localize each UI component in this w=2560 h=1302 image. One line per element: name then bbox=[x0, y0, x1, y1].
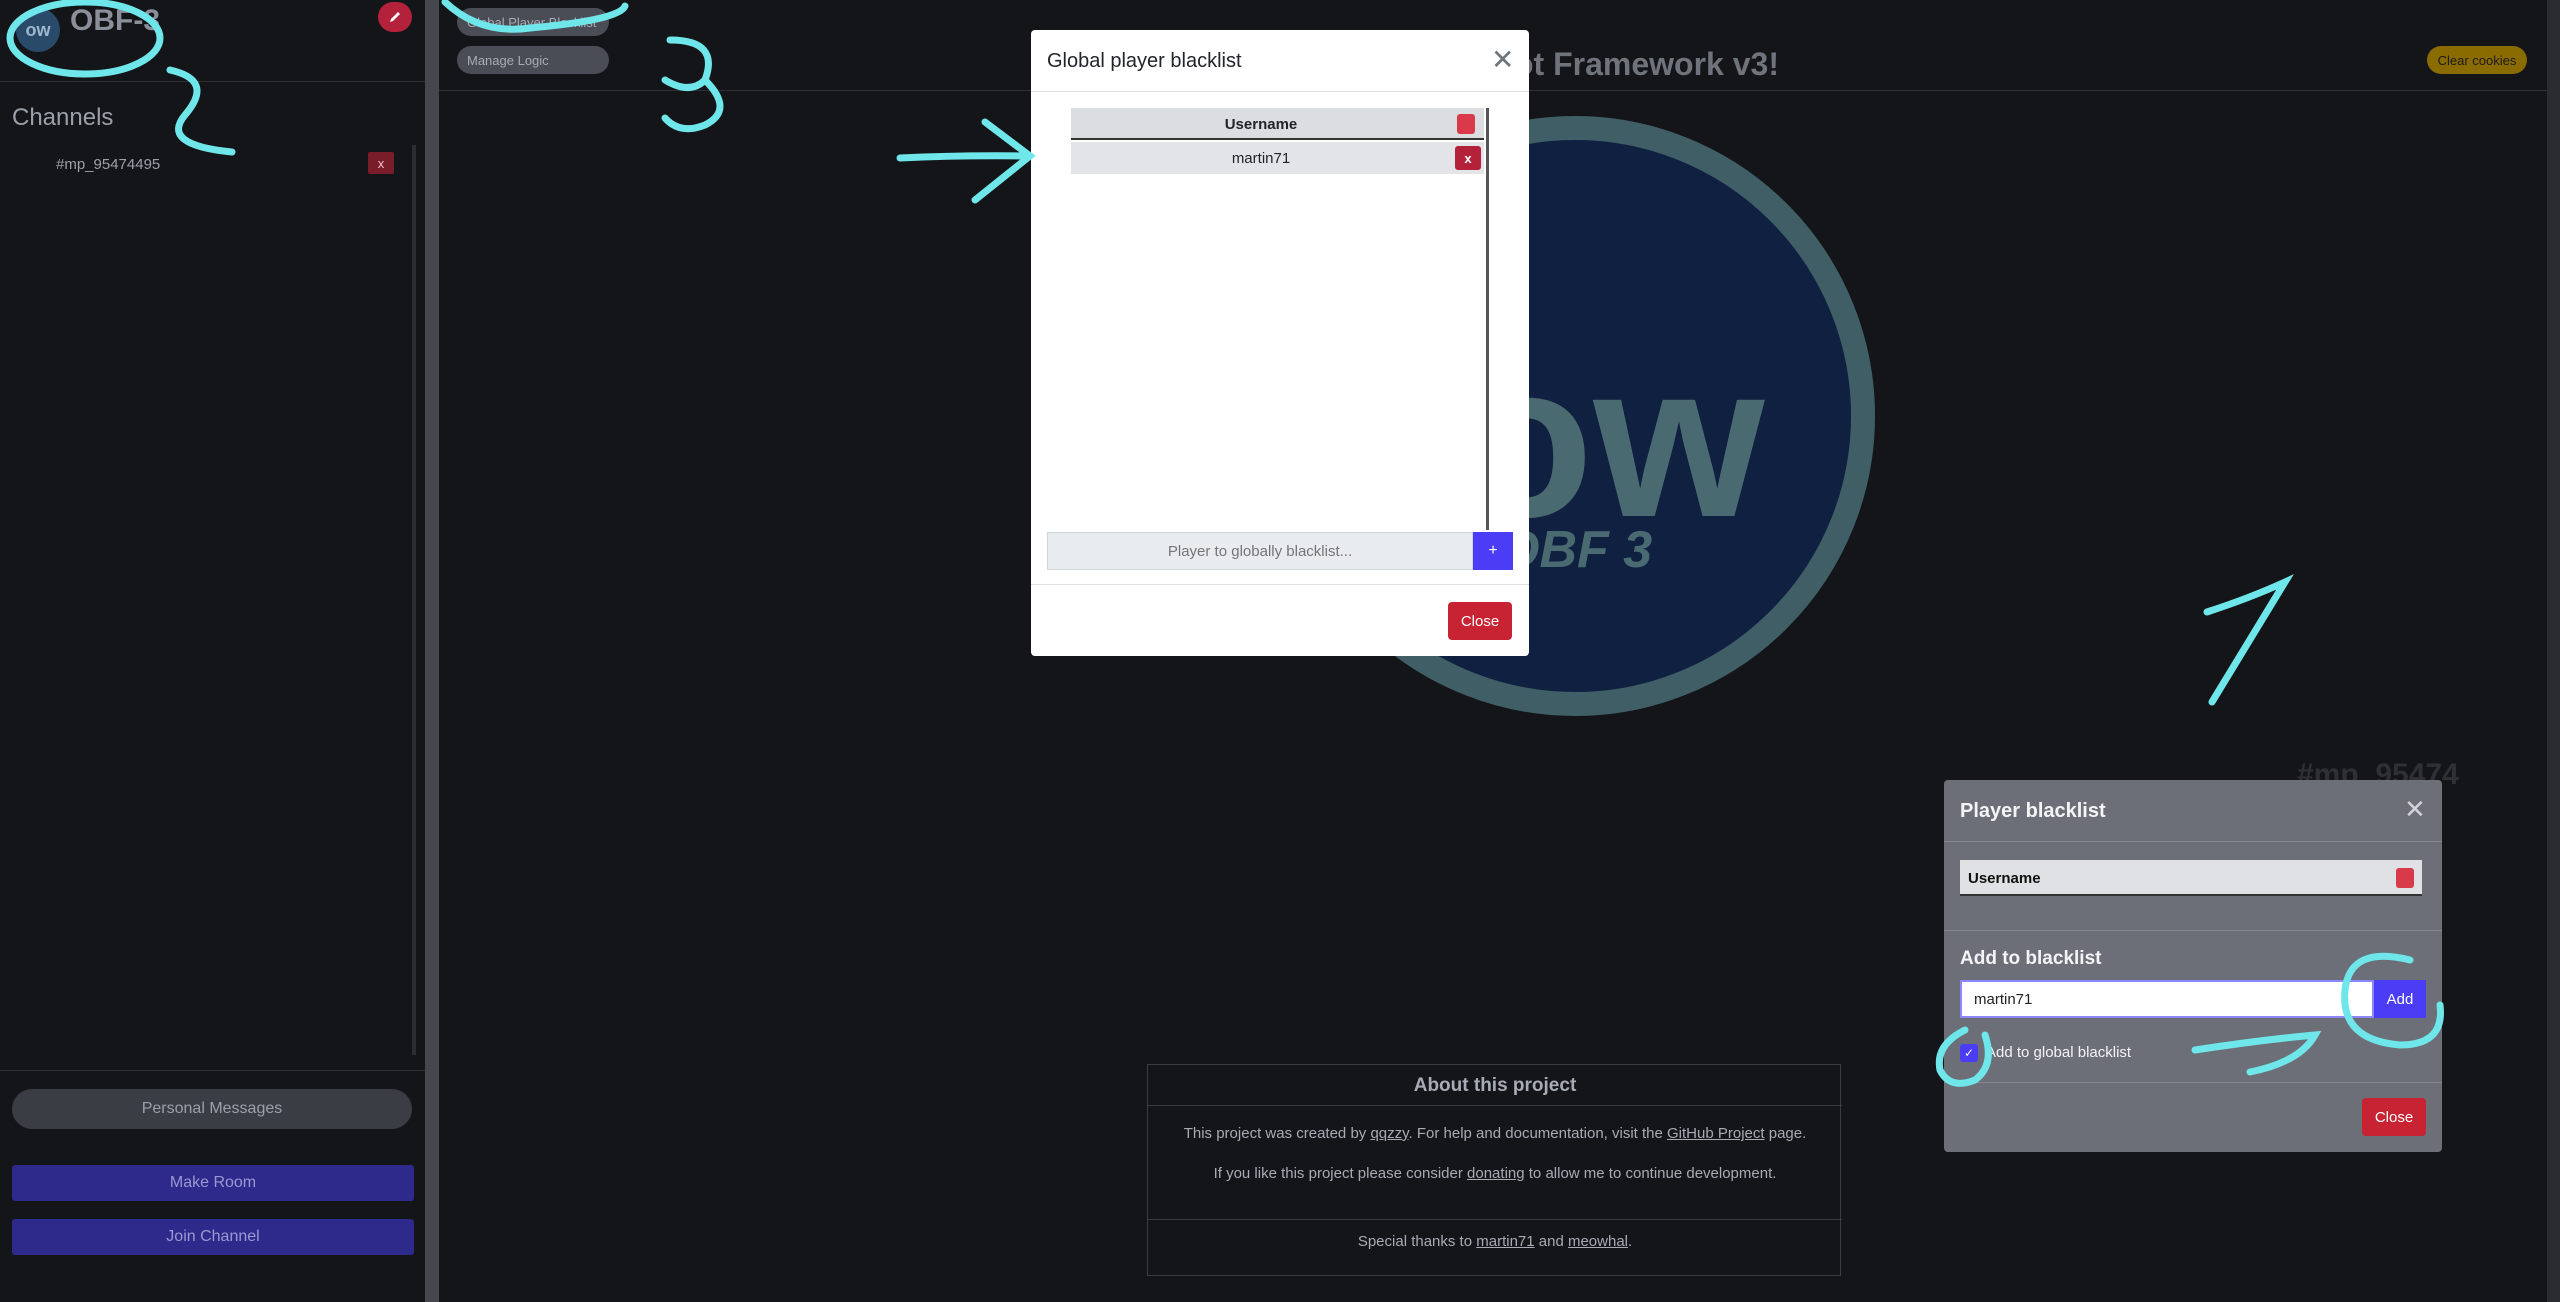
clear-cookies-button[interactable]: Clear cookies bbox=[2427, 46, 2527, 74]
sidebar-scrollbar[interactable] bbox=[412, 145, 416, 1055]
add-button[interactable]: Add bbox=[2374, 980, 2426, 1018]
modal-header: Player blacklist ✕ bbox=[1944, 780, 2442, 842]
app-logo-icon: ow bbox=[16, 8, 60, 52]
section-divider bbox=[1944, 930, 2442, 931]
app-name: OBF-3 bbox=[70, 4, 160, 37]
close-icon[interactable]: ✕ bbox=[1491, 46, 1514, 74]
add-to-blacklist-title: Add to blacklist bbox=[1960, 948, 2102, 969]
sidebar: ow OBF-3 Channels #mp_95474495 x Persona… bbox=[0, 0, 425, 1302]
pencil-icon bbox=[390, 12, 400, 22]
page-title: ot Framework v3! bbox=[1514, 46, 1779, 82]
thanks-link-meowhal[interactable]: meowhal bbox=[1568, 1233, 1628, 1250]
remove-user-button[interactable]: x bbox=[1455, 146, 1481, 170]
github-link[interactable]: GitHub Project bbox=[1667, 1125, 1765, 1142]
main-scrollbar[interactable] bbox=[2547, 0, 2560, 1302]
channel-name[interactable]: #mp_95474495 bbox=[56, 156, 160, 173]
global-blacklist-input[interactable] bbox=[1047, 532, 1473, 570]
sidebar-header: ow OBF-3 bbox=[0, 0, 425, 82]
sidebar-actions: Personal Messages Make Room Join Channel bbox=[0, 1070, 425, 1302]
about-text: . bbox=[1628, 1233, 1633, 1250]
close-button[interactable]: Close bbox=[1448, 602, 1512, 640]
modal-header: Global player blacklist ✕ bbox=[1031, 30, 1529, 92]
username-cell: martin71 bbox=[1231, 150, 1291, 167]
about-donate: If you like this project please consider… bbox=[1148, 1165, 1842, 1182]
about-divider bbox=[1148, 1105, 1842, 1106]
about-text: to allow me to continue development. bbox=[1524, 1165, 1777, 1182]
table-row: martin71 x bbox=[1071, 142, 1484, 174]
trash-icon[interactable] bbox=[2396, 868, 2414, 888]
table-header: Username bbox=[1960, 860, 2422, 896]
about-text: page. bbox=[1764, 1125, 1807, 1142]
about-title: About this project bbox=[1413, 1075, 1577, 1096]
personal-messages-button[interactable]: Personal Messages bbox=[12, 1089, 412, 1129]
about-text: and bbox=[1534, 1233, 1568, 1250]
about-panel: About this project This project was crea… bbox=[1147, 1064, 1842, 1276]
channels-title: Channels bbox=[12, 104, 114, 131]
join-channel-button[interactable]: Join Channel bbox=[12, 1219, 414, 1255]
add-global-blacklist-button[interactable]: + bbox=[1473, 532, 1513, 570]
close-button[interactable]: Close bbox=[2362, 1098, 2426, 1136]
donate-link[interactable]: donating bbox=[1467, 1165, 1525, 1182]
modal-footer-divider bbox=[1944, 1082, 2442, 1083]
logout-button[interactable] bbox=[378, 2, 412, 32]
modal-title: Player blacklist bbox=[1960, 800, 2106, 822]
player-blacklist-modal: Player blacklist ✕ Username Add to black… bbox=[1944, 780, 2442, 1152]
checkbox-label: Add to global blacklist bbox=[1986, 1044, 2132, 1061]
close-icon[interactable]: ✕ bbox=[2404, 796, 2426, 822]
about-text: If you like this project please consider bbox=[1213, 1165, 1468, 1182]
trash-icon[interactable] bbox=[1457, 114, 1475, 134]
modal-footer-divider bbox=[1031, 584, 1529, 585]
username-column-header: Username bbox=[1224, 116, 1298, 133]
about-credits: This project was created by qqzzy. For h… bbox=[1148, 1125, 1842, 1142]
about-text: This project was created by bbox=[1183, 1125, 1371, 1142]
blacklist-table: Username martin71 x bbox=[1071, 108, 1489, 530]
about-thanks: Special thanks to martin71 and meowhal. bbox=[1148, 1233, 1842, 1250]
global-player-blacklist-button[interactable]: Global Player Blacklist bbox=[457, 8, 609, 36]
about-text: . For help and documentation, visit the bbox=[1408, 1125, 1668, 1142]
global-blacklist-modal: Global player blacklist ✕ Username marti… bbox=[1031, 30, 1529, 656]
thanks-link-martin71[interactable]: martin71 bbox=[1476, 1233, 1534, 1250]
make-room-button[interactable]: Make Room bbox=[12, 1165, 414, 1201]
modal-title: Global player blacklist bbox=[1047, 50, 1242, 72]
manage-logic-button[interactable]: Manage Logic bbox=[457, 46, 609, 74]
panel-divider[interactable] bbox=[425, 0, 439, 1302]
global-blacklist-checkbox[interactable]: ✓ bbox=[1960, 1044, 1978, 1062]
channel-item[interactable]: #mp_95474495 x bbox=[12, 150, 397, 178]
about-divider bbox=[1148, 1219, 1842, 1220]
username-column-header: Username bbox=[1968, 870, 2041, 887]
author-link[interactable]: qqzzy bbox=[1370, 1125, 1408, 1142]
close-channel-button[interactable]: x bbox=[368, 152, 394, 174]
table-header: Username bbox=[1071, 108, 1484, 140]
player-blacklist-input[interactable] bbox=[1960, 980, 2374, 1018]
about-text: Special thanks to bbox=[1357, 1233, 1477, 1250]
